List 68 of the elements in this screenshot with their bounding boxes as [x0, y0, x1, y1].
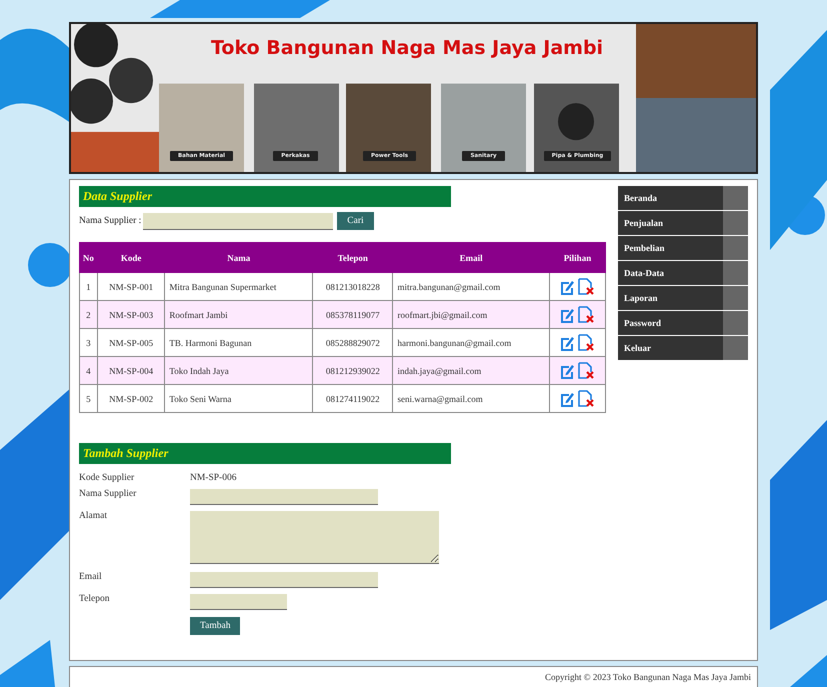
table-cell: 085288829072 — [312, 328, 393, 356]
section-heading: Tambah Supplier — [79, 443, 451, 464]
edit-icon[interactable] — [560, 390, 574, 406]
table-cell: NM-SP-002 — [97, 384, 165, 412]
edit-icon[interactable] — [560, 306, 574, 322]
section-heading: Data Supplier — [79, 186, 451, 207]
text-input[interactable] — [190, 572, 378, 588]
supplier-code: NM-SP-006 — [190, 473, 238, 483]
copyright-text: Copyright © 2023 Toko Bangunan Naga Mas Jaya Jambi — [544, 672, 751, 682]
column-header: Nama — [164, 242, 313, 272]
add-button[interactable]: Tambah — [190, 617, 240, 635]
column-header: Pilihan — [549, 242, 606, 272]
table-cell: Roofmart Jambi — [164, 300, 313, 328]
table-cell: 4 — [80, 356, 98, 384]
menu-item[interactable]: Beranda — [618, 186, 748, 210]
delete-icon[interactable] — [576, 362, 595, 380]
store-title: Toko Bangunan Naga Mas Jaya Jambi — [211, 37, 604, 61]
search-field[interactable] — [143, 212, 334, 230]
form-label: Nama Supplier — [79, 489, 138, 499]
form-label: Alamat — [79, 511, 108, 521]
circle-shape — [28, 243, 72, 287]
table-cell: 081274119022 — [312, 384, 393, 412]
menu-item[interactable]: Laporan — [618, 286, 748, 310]
column-header: No — [80, 242, 98, 272]
menu-item[interactable]: Keluar — [618, 336, 748, 360]
table-cell: Toko Indah Jaya — [164, 356, 313, 384]
table-cell: NM-SP-003 — [97, 300, 165, 328]
menu-item[interactable]: Pembelian — [618, 236, 748, 260]
table-cell: harmoni.bangunan@gmail.com — [392, 328, 550, 356]
table-cell: NM-SP-005 — [97, 328, 165, 356]
table-cell: roofmart.jbi@gmail.com — [392, 300, 550, 328]
stripe-shape — [0, 640, 55, 687]
text-input[interactable] — [190, 489, 378, 505]
edit-icon[interactable] — [560, 362, 574, 378]
table-cell: mitra.bangunan@gmail.com — [392, 272, 550, 300]
table-cell: NM-SP-001 — [97, 272, 165, 300]
table-cell: indah.jaya@gmail.com — [392, 356, 550, 384]
edit-icon[interactable] — [560, 278, 574, 294]
form-label: Kode Supplier — [79, 473, 136, 483]
table-cell: 2 — [80, 300, 98, 328]
table-cell: 085378119077 — [312, 300, 393, 328]
delete-icon[interactable] — [576, 390, 595, 408]
delete-icon[interactable] — [576, 306, 595, 324]
stripe-shape — [790, 655, 827, 687]
table-cell: NM-SP-004 — [97, 356, 165, 384]
delete-icon[interactable] — [576, 334, 595, 352]
column-header: Email — [392, 242, 550, 272]
column-header: Kode — [97, 242, 165, 272]
delete-icon[interactable] — [576, 278, 595, 296]
menu-item[interactable]: Penjualan — [618, 211, 748, 235]
text-input[interactable] — [190, 594, 287, 610]
table-cell: 5 — [80, 384, 98, 412]
table-cell: 3 — [80, 328, 98, 356]
menu-item[interactable]: Password — [618, 311, 748, 335]
menu-item[interactable]: Data-Data — [618, 261, 748, 285]
table-cell: Toko Seni Warna — [164, 384, 313, 412]
table-cell: Mitra Bangunan Supermarket — [164, 272, 313, 300]
table-cell: TB. Harmoni Bagunan — [164, 328, 313, 356]
edit-icon[interactable] — [560, 334, 574, 350]
search-button[interactable]: Cari — [337, 212, 374, 230]
column-header: Telepon — [312, 242, 393, 272]
table-cell: seni.warna@gmail.com — [392, 384, 550, 412]
table-cell: 081213018228 — [312, 272, 393, 300]
table-cell: 081212939022 — [312, 356, 393, 384]
form-label: Email — [79, 572, 103, 582]
search-label: Nama Supplier : — [79, 216, 142, 226]
form-label: Telepon — [79, 594, 110, 604]
table-cell: 1 — [80, 272, 98, 300]
